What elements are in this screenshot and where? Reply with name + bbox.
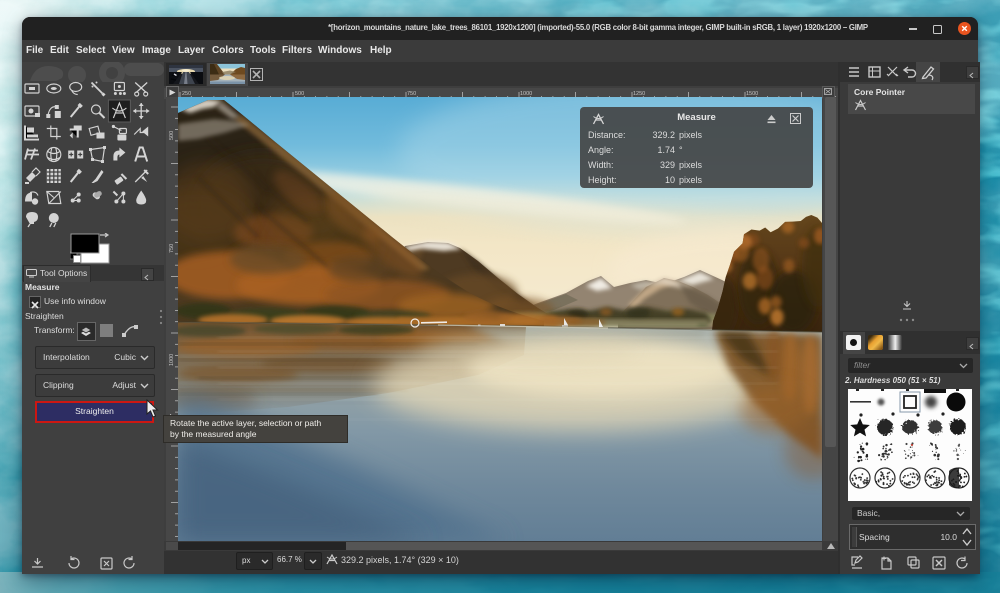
svg-text:1000: 1000: [169, 354, 175, 366]
svg-text:500: 500: [169, 131, 175, 140]
svg-text:750: 750: [169, 244, 175, 253]
